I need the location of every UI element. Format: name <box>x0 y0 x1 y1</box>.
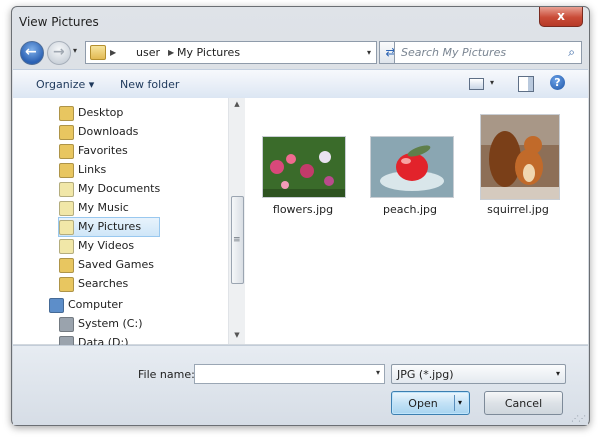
open-button[interactable]: Open ▾ <box>391 391 470 415</box>
split-divider <box>454 395 455 411</box>
views-dropdown[interactable]: ▾ <box>490 78 494 87</box>
sidebar-item-label: Searches <box>78 277 129 290</box>
grip-icon: ≡ <box>233 235 241 245</box>
desktop-icon <box>59 106 74 121</box>
sidebar-item-label: Downloads <box>78 125 139 138</box>
help-icon[interactable]: ? <box>550 75 565 90</box>
back-button[interactable]: ← <box>20 41 44 65</box>
sidebar-item-label: Links <box>78 163 107 176</box>
sidebar-item-label: My Documents <box>78 182 161 195</box>
downloads-icon <box>59 125 74 140</box>
file-type-value: JPG (*.jpg) <box>397 368 454 381</box>
sidebar-item[interactable]: My Pictures <box>58 217 160 237</box>
navigation-pane: Desktop Downloads Favorites Links My Documen… <box>13 98 229 351</box>
file-type-select[interactable]: JPG (*.jpg) ▾ <box>391 364 566 384</box>
chevron-down-icon[interactable]: ▾ <box>376 368 380 377</box>
file-name[interactable]: flowers.jpg <box>248 203 358 216</box>
forward-arrow-icon: → <box>53 44 65 60</box>
open-button-label: Open <box>408 397 438 410</box>
forward-button[interactable]: → <box>47 41 71 65</box>
file-name[interactable]: squirrel.jpg <box>463 203 573 216</box>
recent-locations-dropdown[interactable]: ▾ <box>73 46 77 55</box>
address-bar[interactable]: ▶ user ▶ My Pictures <box>85 41 363 64</box>
views-icon[interactable] <box>469 78 484 90</box>
command-bar: Organize ▾ New folder ▾ ? <box>13 69 588 99</box>
sidebar-item-label: My Music <box>78 201 129 214</box>
folder-icon <box>90 45 106 60</box>
open-options-dropdown[interactable]: ▾ <box>458 398 462 407</box>
search-icon[interactable]: ⌕ <box>568 45 575 60</box>
sidebar-item-label: System (C:) <box>78 317 143 330</box>
music-icon <box>59 201 74 216</box>
chevron-down-icon: ▾ <box>555 369 560 378</box>
dialog-window: View Pictures x ← → ▾ ▶ user ▶ My Pictur… <box>11 6 590 426</box>
cancel-button-label: Cancel <box>504 397 543 410</box>
chevron-right-icon[interactable]: ▶ <box>110 48 116 57</box>
searches-icon <box>59 277 74 292</box>
pictures-icon <box>59 220 74 235</box>
links-icon <box>59 163 74 178</box>
sidebar-item-label: Computer <box>68 298 123 311</box>
file-name-input[interactable]: ▾ <box>194 364 385 384</box>
chevron-right-icon[interactable]: ▶ <box>168 48 174 57</box>
sidebar-item-label: Saved Games <box>78 258 154 271</box>
nav-scrollbar[interactable]: ▲ ≡ ▼ <box>228 98 245 344</box>
preview-pane-icon[interactable] <box>518 76 534 92</box>
search-input[interactable]: Search My Pictures ⌕ <box>394 41 582 64</box>
address-dropdown-button[interactable]: ▾ <box>362 41 377 64</box>
new-folder-button[interactable]: New folder <box>120 78 179 91</box>
file-list-pane: flowers.jpg peach.jpg squirrel.jpg <box>245 98 588 344</box>
scroll-down-icon[interactable]: ▼ <box>229 331 245 341</box>
file-name[interactable]: peach.jpg <box>355 203 465 216</box>
cancel-button[interactable]: Cancel <box>484 391 563 415</box>
drive-icon <box>59 317 74 332</box>
sidebar-item-label: My Videos <box>78 239 135 252</box>
back-arrow-icon: ← <box>25 44 37 60</box>
sidebar-item-label: Favorites <box>78 144 128 157</box>
close-button[interactable]: x <box>539 7 583 27</box>
flowers-thumbnail[interactable] <box>262 136 346 198</box>
favorites-icon <box>59 144 74 159</box>
search-placeholder: Search My Pictures <box>401 46 507 59</box>
videos-icon <box>59 239 74 254</box>
window-title: View Pictures <box>19 15 99 29</box>
scrollbar-thumb[interactable]: ≡ <box>231 196 244 284</box>
documents-icon <box>59 182 74 197</box>
squirrel-thumbnail[interactable] <box>480 114 560 200</box>
sidebar-item-label: My Pictures <box>78 220 142 233</box>
scroll-up-icon[interactable]: ▲ <box>229 100 245 110</box>
saved-games-icon <box>59 258 74 273</box>
bottom-bar: File name: ▾ JPG (*.jpg) ▾ Open ▾ Cancel… <box>13 345 588 425</box>
file-name-label: File name: <box>138 368 195 381</box>
computer-icon <box>49 298 64 313</box>
resize-grip-icon[interactable]: ⋰⋰ <box>571 414 586 423</box>
peach-thumbnail[interactable] <box>370 136 454 198</box>
breadcrumb-user[interactable]: user <box>136 46 160 59</box>
sidebar-item-label: Desktop <box>78 106 124 119</box>
organize-button[interactable]: Organize ▾ <box>36 78 94 91</box>
breadcrumb-my-pictures[interactable]: My Pictures <box>177 46 240 59</box>
